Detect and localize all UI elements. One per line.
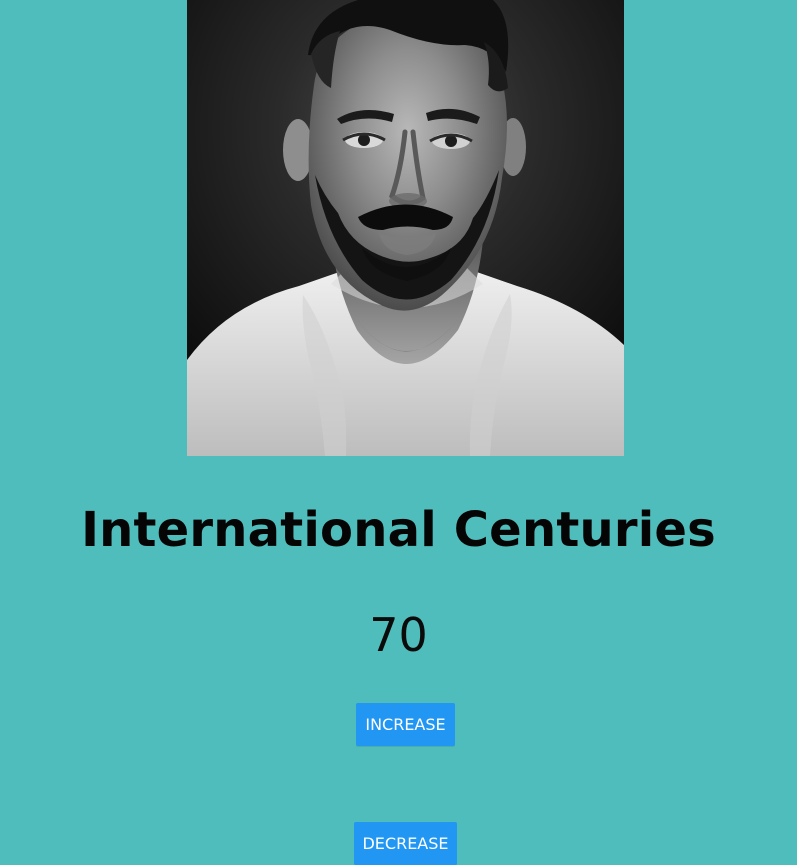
centuries-count: 70 xyxy=(369,608,428,662)
increase-button[interactable]: INCREASE xyxy=(356,703,455,746)
portrait-image xyxy=(187,0,624,456)
decrease-button[interactable]: DECREASE xyxy=(354,822,457,865)
page-title: International Centuries xyxy=(81,502,716,558)
